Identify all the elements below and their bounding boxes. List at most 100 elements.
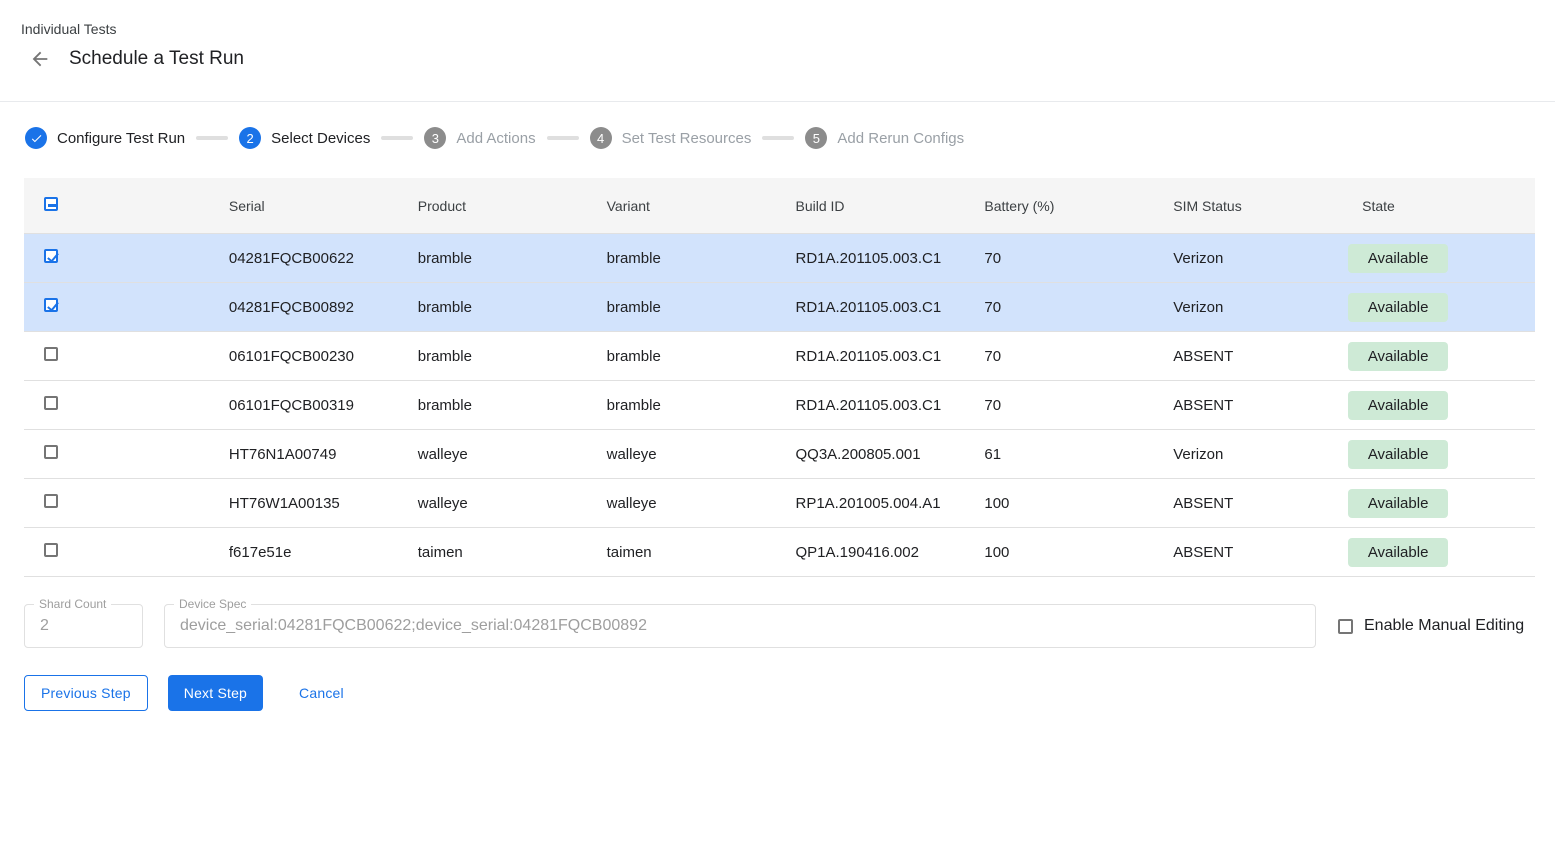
column-header-variant: Variant [591,198,780,214]
cell-serial: f617e51e [213,544,402,561]
step-connector [381,136,413,140]
cell-build-id: RD1A.201105.003.C1 [780,397,969,414]
stepper-step[interactable]: 5 Add Rerun Configs [805,127,964,149]
device-row[interactable]: 06101FQCB00319 bramble bramble RD1A.2011… [24,381,1535,430]
back-button[interactable] [28,47,52,71]
cell-state: Available [1346,244,1535,273]
page-title: Schedule a Test Run [69,48,244,70]
step-label: Select Devices [271,130,370,147]
device-spec-form: Shard Count Device Spec Enable Manual Ed… [24,604,1535,648]
cell-serial: HT76W1A00135 [213,495,402,512]
row-checkbox[interactable] [44,347,58,361]
state-chip: Available [1348,489,1448,518]
page-header: Individual Tests Schedule a Test Run [0,21,1555,102]
title-row: Schedule a Test Run [28,47,1555,71]
cell-product: taimen [402,544,591,561]
row-checkbox-cell [24,494,213,512]
check-icon [30,132,43,145]
action-buttons: Previous Step Next Step Cancel [24,675,1555,711]
cell-serial: 04281FQCB00622 [213,250,402,267]
step-label: Set Test Resources [622,130,752,147]
cell-state: Available [1346,440,1535,469]
state-chip: Available [1348,391,1448,420]
row-checkbox[interactable] [44,445,58,459]
step-label: Add Actions [456,130,535,147]
shard-count-field: Shard Count [24,604,143,648]
row-checkbox-cell [24,445,213,463]
device-spec-input[interactable] [165,605,1315,647]
column-header-build-id: Build ID [780,198,969,214]
cell-product: bramble [402,348,591,365]
step-circle: 2 [239,127,261,149]
arrow-back-icon [29,48,51,70]
cell-sim-status: ABSENT [1157,397,1346,414]
stepper-step[interactable]: 1 Configure Test Run [25,127,185,149]
step-connector [196,136,228,140]
schedule-test-run-page: Individual Tests Schedule a Test Run 1 C… [0,21,1555,711]
row-checkbox-cell [24,249,213,267]
shard-count-input[interactable] [25,605,142,647]
stepper-step[interactable]: 2 Select Devices [239,127,370,149]
column-header-product: Product [402,198,591,214]
next-step-button[interactable]: Next Step [168,675,263,711]
cell-variant: walleye [591,495,780,512]
column-header-serial: Serial [213,198,402,214]
enable-manual-editing-label: Enable Manual Editing [1364,617,1524,635]
stepper-step[interactable]: 3 Add Actions [424,127,535,149]
cell-battery: 70 [968,348,1157,365]
step-circle: 3 [424,127,446,149]
cell-variant: bramble [591,348,780,365]
cell-build-id: QP1A.190416.002 [780,544,969,561]
row-checkbox-cell [24,298,213,316]
cell-product: bramble [402,397,591,414]
row-checkbox-cell [24,396,213,414]
cell-build-id: QQ3A.200805.001 [780,446,969,463]
state-chip: Available [1348,342,1448,371]
device-row[interactable]: 06101FQCB00230 bramble bramble RD1A.2011… [24,332,1535,381]
cell-battery: 100 [968,495,1157,512]
row-checkbox[interactable] [44,396,58,410]
row-checkbox[interactable] [44,298,58,312]
enable-manual-editing-control[interactable]: Enable Manual Editing [1338,617,1524,635]
enable-manual-editing-checkbox[interactable] [1338,619,1353,634]
device-row[interactable]: HT76W1A00135 walleye walleye RP1A.201005… [24,479,1535,528]
cell-product: bramble [402,299,591,316]
row-checkbox-cell [24,347,213,365]
device-row[interactable]: HT76N1A00749 walleye walleye QQ3A.200805… [24,430,1535,479]
step-number: 4 [597,131,604,146]
step-label: Add Rerun Configs [837,130,964,147]
cell-state: Available [1346,391,1535,420]
step-circle: 5 [805,127,827,149]
cancel-button[interactable]: Cancel [283,675,360,711]
device-table-header: Serial Product Variant Build ID Battery … [24,178,1535,234]
step-number: 3 [432,131,439,146]
cell-variant: bramble [591,250,780,267]
device-row[interactable]: f617e51e taimen taimen QP1A.190416.002 1… [24,528,1535,577]
select-all-cell [24,197,213,215]
cell-sim-status: Verizon [1157,299,1346,316]
cell-sim-status: ABSENT [1157,544,1346,561]
cell-state: Available [1346,342,1535,371]
stepper-step[interactable]: 4 Set Test Resources [590,127,752,149]
device-row[interactable]: 04281FQCB00622 bramble bramble RD1A.2011… [24,234,1535,283]
row-checkbox[interactable] [44,543,58,557]
column-header-battery: Battery (%) [968,198,1157,214]
step-number: 2 [247,131,254,146]
cell-variant: walleye [591,446,780,463]
previous-step-button[interactable]: Previous Step [24,675,148,711]
select-all-checkbox[interactable] [44,197,58,211]
cell-sim-status: ABSENT [1157,348,1346,365]
cell-battery: 70 [968,299,1157,316]
cell-battery: 70 [968,250,1157,267]
column-header-state: State [1346,198,1535,214]
device-spec-field: Device Spec [164,604,1316,648]
cell-serial: 06101FQCB00319 [213,397,402,414]
state-chip: Available [1348,538,1448,567]
device-row[interactable]: 04281FQCB00892 bramble bramble RD1A.2011… [24,283,1535,332]
breadcrumb: Individual Tests [21,21,1555,37]
step-circle: 4 [590,127,612,149]
row-checkbox[interactable] [44,249,58,263]
row-checkbox[interactable] [44,494,58,508]
cell-state: Available [1346,538,1535,567]
step-connector [762,136,794,140]
